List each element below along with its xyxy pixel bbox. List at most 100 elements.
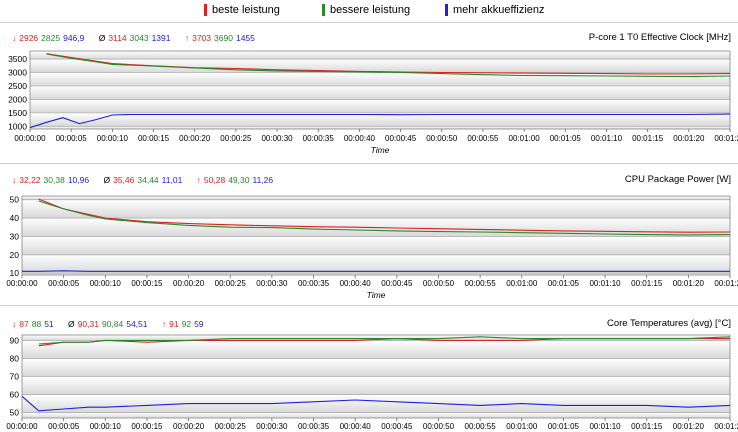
x-tick-label: 00:01:00 bbox=[506, 279, 538, 288]
x-tick-label: 00:00:40 bbox=[344, 134, 376, 143]
x-tick-label: 00:00:05 bbox=[56, 134, 88, 143]
x-tick-label: 00:00:30 bbox=[256, 422, 288, 431]
x-tick-label: 00:00:25 bbox=[215, 279, 247, 288]
x-tick-label: 00:00:00 bbox=[14, 134, 46, 143]
x-tick-label: 00:00:30 bbox=[261, 134, 293, 143]
x-tick-label: 00:00:25 bbox=[220, 134, 252, 143]
x-tick-label: 00:00:35 bbox=[303, 134, 335, 143]
y-tick-label: 20 bbox=[10, 250, 20, 260]
x-tick-label: 00:00:35 bbox=[298, 279, 330, 288]
y-tick-label: 50 bbox=[10, 408, 20, 418]
x-axis-title: Time bbox=[371, 145, 390, 155]
legend-label: mehr akkueffizienz bbox=[453, 4, 545, 16]
background-band bbox=[22, 394, 730, 413]
legend-swatch-red bbox=[204, 4, 207, 16]
x-tick-label: 00:00:15 bbox=[138, 134, 170, 143]
legend-separator bbox=[0, 22, 738, 23]
legend-swatch-blue bbox=[445, 4, 448, 16]
y-tick-label: 10 bbox=[10, 268, 20, 278]
legend-label: beste leistung bbox=[212, 4, 280, 16]
x-tick-label: 00:01:00 bbox=[509, 134, 541, 143]
x-axis-title: Time bbox=[367, 290, 386, 300]
y-tick-label: 50 bbox=[10, 195, 20, 205]
x-tick-label: 00:00:15 bbox=[131, 422, 163, 431]
y-tick-label: 3000 bbox=[8, 68, 27, 78]
x-tick-label: 00:00:55 bbox=[465, 279, 497, 288]
y-tick-label: 30 bbox=[10, 231, 20, 241]
x-tick-label: 00:00:55 bbox=[467, 134, 499, 143]
x-tick-label: 00:01:20 bbox=[673, 422, 705, 431]
legend-swatch-green bbox=[322, 4, 325, 16]
x-tick-label: 00:00:40 bbox=[340, 422, 372, 431]
background-band bbox=[30, 126, 730, 129]
x-tick-label: 00:00:40 bbox=[340, 279, 372, 288]
x-tick-label: 00:01:05 bbox=[548, 279, 580, 288]
x-tick-label: 00:00:10 bbox=[90, 422, 122, 431]
chart-svg: 10 20 30 40 50 00:00:00 00:00:05 00:00:10 00:00:… bbox=[6, 195, 738, 300]
x-tick-label: 00:01:10 bbox=[589, 279, 621, 288]
y-tick-label: 80 bbox=[10, 353, 20, 363]
background-band bbox=[30, 85, 730, 100]
chart-panel-temperature: ↓ 87 88 51 Ø 90,31 90,84 54,51 ↑ 91 92 59 Core Te… bbox=[0, 308, 738, 432]
x-tick-label: 00:00:05 bbox=[48, 279, 80, 288]
x-tick-label: 00:01:10 bbox=[591, 134, 623, 143]
x-tick-label: 00:01:05 bbox=[550, 134, 582, 143]
y-tick-label: 1500 bbox=[8, 108, 27, 118]
x-tick-label: 00:01:25 bbox=[714, 279, 738, 288]
panel-separator bbox=[0, 305, 738, 306]
legend-label: bessere leistung bbox=[330, 4, 411, 16]
y-tick-label: 70 bbox=[10, 372, 20, 382]
x-tick-label: 00:00:00 bbox=[6, 422, 38, 431]
background-band bbox=[30, 51, 730, 60]
legend: beste leistung bessere leistung mehr akk… bbox=[0, 0, 738, 20]
x-tick-label: 00:01:25 bbox=[714, 422, 738, 431]
x-tick-label: 00:00:25 bbox=[215, 422, 247, 431]
background-band bbox=[22, 340, 730, 359]
x-tick-label: 00:00:00 bbox=[6, 279, 38, 288]
y-tick-label: 3500 bbox=[8, 54, 27, 64]
x-tick-label: 00:00:10 bbox=[90, 279, 122, 288]
x-tick-label: 00:00:20 bbox=[173, 279, 205, 288]
background-band bbox=[30, 99, 730, 113]
x-tick-label: 00:01:15 bbox=[631, 422, 663, 431]
x-tick-label: 00:00:20 bbox=[173, 422, 205, 431]
x-tick-label: 00:00:50 bbox=[423, 422, 455, 431]
background-band bbox=[22, 199, 730, 219]
x-tick-label: 00:00:45 bbox=[381, 422, 413, 431]
chart-svg: 1000 1500 2000 2500 3000 3500 00:00:00 00:00:05… bbox=[8, 50, 738, 155]
x-tick-label: 00:00:05 bbox=[48, 422, 80, 431]
x-tick-label: 00:00:10 bbox=[97, 134, 129, 143]
background-band bbox=[22, 412, 730, 418]
x-tick-label: 00:01:15 bbox=[631, 279, 663, 288]
x-tick-label: 00:00:35 bbox=[298, 422, 330, 431]
x-tick-label: 00:01:10 bbox=[589, 422, 621, 431]
background-band bbox=[22, 196, 730, 200]
x-tick-label: 00:00:55 bbox=[465, 422, 497, 431]
x-tick-label: 00:00:45 bbox=[381, 279, 413, 288]
x-tick-label: 00:00:50 bbox=[423, 279, 455, 288]
panel-separator bbox=[0, 163, 738, 164]
y-tick-label: 90 bbox=[10, 335, 20, 345]
y-tick-label: 1000 bbox=[8, 121, 27, 131]
background-band bbox=[22, 236, 730, 255]
x-tick-label: 00:01:05 bbox=[548, 422, 580, 431]
y-tick-label: 2000 bbox=[8, 94, 27, 104]
x-tick-label: 00:00:20 bbox=[179, 134, 211, 143]
x-tick-label: 00:01:00 bbox=[506, 422, 538, 431]
chart-svg: 50 60 70 80 90 00:00:00 00:00:05 00:00:10 00:00:… bbox=[6, 334, 738, 431]
series-line-blue bbox=[22, 270, 730, 272]
x-tick-label: 00:00:15 bbox=[131, 279, 163, 288]
y-tick-label: 40 bbox=[10, 213, 20, 223]
background-band bbox=[30, 72, 730, 86]
x-tick-label: 00:00:30 bbox=[256, 279, 288, 288]
background-band bbox=[22, 254, 730, 274]
background-band bbox=[22, 376, 730, 395]
x-tick-label: 00:01:20 bbox=[673, 134, 705, 143]
x-tick-label: 00:00:45 bbox=[385, 134, 417, 143]
x-tick-label: 00:00:50 bbox=[426, 134, 458, 143]
chart-panel-power: ↓ 32,22 30,38 10,96 Ø 35,46 34,44 11,01 ↑ 50,28… bbox=[0, 166, 738, 304]
background-band bbox=[22, 358, 730, 377]
chart-panel-clock: ↓ 2926 2825 946,9 Ø 3114 3043 1391 ↑ 3703 3690 14… bbox=[0, 24, 738, 162]
y-tick-label: 2500 bbox=[8, 81, 27, 91]
x-tick-label: 00:01:20 bbox=[673, 279, 705, 288]
